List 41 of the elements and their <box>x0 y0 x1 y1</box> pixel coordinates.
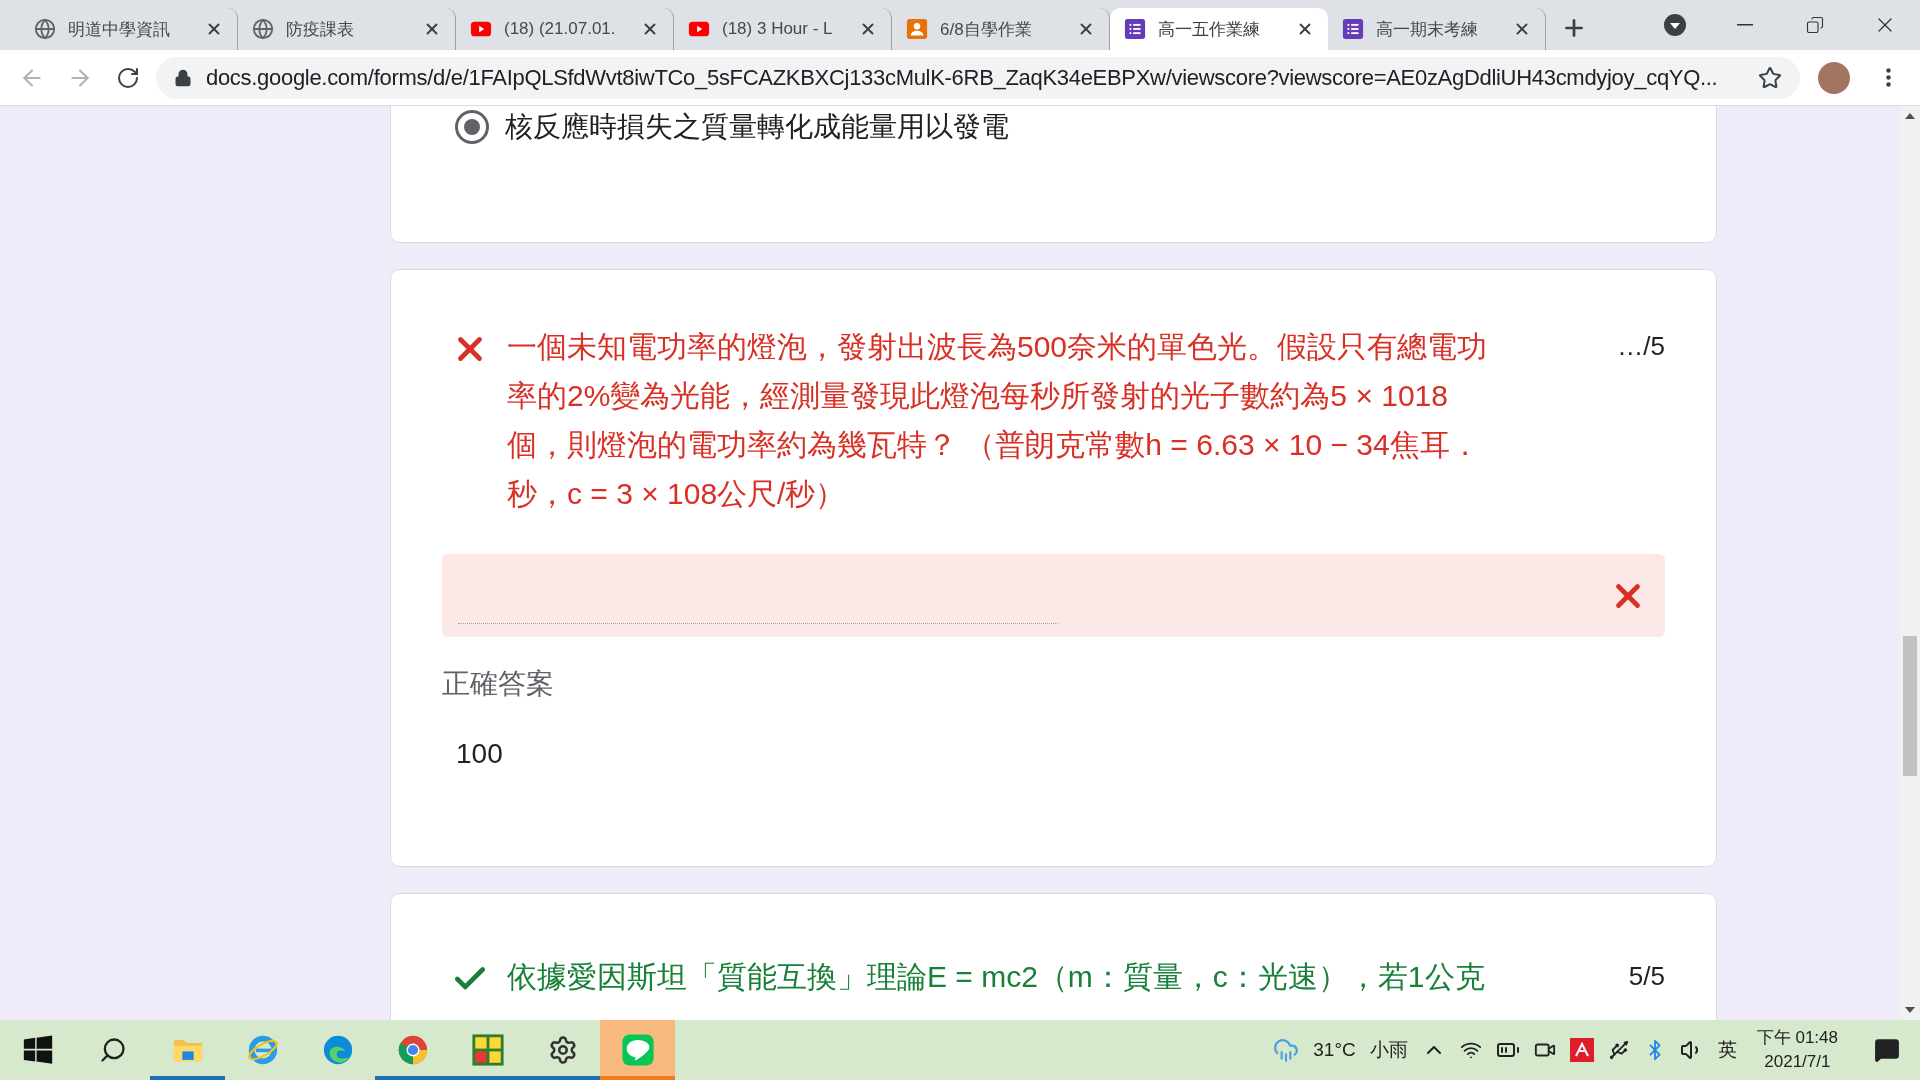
up-arrow-icon <box>1905 113 1915 119</box>
more-icon <box>1885 68 1891 87</box>
restore-icon <box>1806 16 1824 34</box>
correct-answer-label: 正確答案 <box>442 667 555 701</box>
scroll-thumb[interactable] <box>1903 636 1917 776</box>
correct-answer: 100 <box>455 737 504 771</box>
input-method[interactable]: 英 <box>1717 1037 1737 1063</box>
option-label: 核反應時損失之質量轉化成能量用以發電 <box>505 110 1009 144</box>
bookmark-star-icon[interactable] <box>1758 65 1782 90</box>
reload-icon <box>116 65 140 90</box>
temperature: 31°C <box>1313 1039 1356 1061</box>
time: 下午 01:48 <box>1756 1027 1838 1049</box>
globe-icon <box>34 18 56 40</box>
search-icon <box>98 1036 127 1064</box>
date: 2021/7/1 <box>1764 1051 1831 1073</box>
caret-down-icon <box>1663 13 1687 37</box>
list-icon <box>1342 18 1364 40</box>
score: 5/5 <box>1628 960 1665 993</box>
usb-icon[interactable] <box>1607 1039 1630 1061</box>
chat-bubble-icon <box>620 1033 655 1067</box>
weather-text: 小雨 <box>1369 1038 1408 1062</box>
address-bar[interactable]: docs.google.com/forms/d/e/1FAIpQLSfdWvt8iwTCo_5sFCAZKBXCj133cMulK-6RB_ZaqK34eEBPXw/viewscore?viewscore=AE0zAgDdliUH43cmdyjoy_cqYQ... <box>156 56 1800 99</box>
minimize-icon <box>1737 24 1753 26</box>
settings-icon <box>547 1035 578 1065</box>
clock[interactable]: 下午 01:48 2021/7/1 <box>1756 1026 1838 1074</box>
person-icon <box>906 18 928 40</box>
lock-icon <box>174 68 192 87</box>
question-text: 一個未知電功率的燈泡，發射出波長為500奈米的單色光。假設只有總電功率的2%變為光能，經測量發現此燈泡每秒所發射的光子數約為5 × 1018個，則燈泡的電功率約為幾瓦特？ （普朗克常數h = 6.63 × 10 − 34焦耳．秒，c = 3 × 108公尺/秒） <box>507 329 1489 512</box>
scrollbar[interactable] <box>1900 106 1920 1020</box>
app-icon <box>470 1033 505 1067</box>
browser-tab[interactable]: 高一五作業練 <box>1110 8 1328 50</box>
down-arrow-icon <box>1905 1007 1915 1013</box>
globe-icon <box>252 18 274 40</box>
rain-cloud-icon <box>1273 1037 1300 1063</box>
score: …/5 <box>1617 330 1665 363</box>
globe-icon <box>245 1033 280 1067</box>
profile-avatar[interactable] <box>1818 61 1850 94</box>
question-text: 依據愛因斯坦「質能互換」理論E = mc2（m：質量，c：光速），若1公克 <box>507 959 1486 995</box>
notification-icon[interactable] <box>1874 1037 1900 1063</box>
radio-button[interactable] <box>455 110 489 144</box>
list-icon <box>1124 18 1146 40</box>
